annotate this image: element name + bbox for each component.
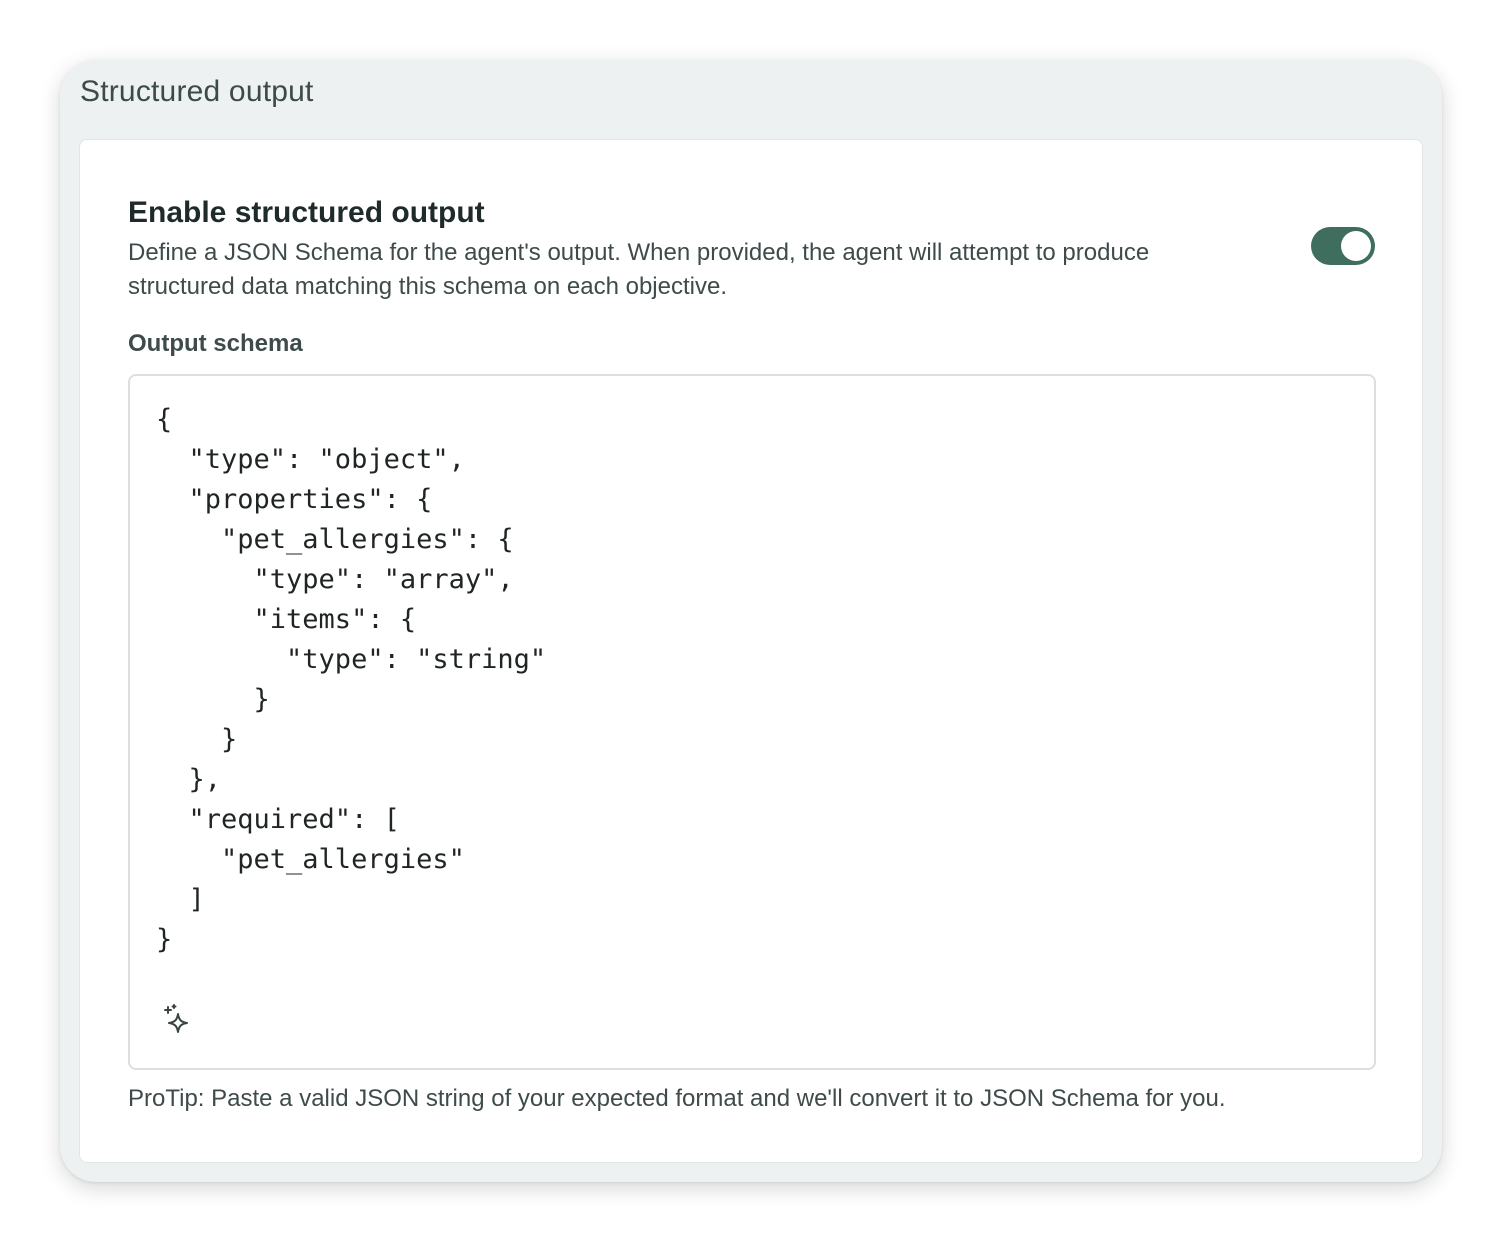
enable-structured-output-toggle[interactable] xyxy=(1311,227,1375,265)
panel-title: Structured output xyxy=(80,75,314,108)
sparkle-icon[interactable] xyxy=(162,1004,196,1038)
setting-description: Define a JSON Schema for the agent's out… xyxy=(128,239,1150,300)
settings-card: Enable structured output Define a JSON S… xyxy=(79,139,1423,1163)
schema-code[interactable]: { "type": "object", "properties": { "pet… xyxy=(156,400,546,960)
setting-title: Enable structured output xyxy=(128,196,485,229)
structured-output-panel: Structured output Enable structured outp… xyxy=(60,60,1442,1182)
output-schema-label: Output schema xyxy=(128,330,303,357)
toggle-knob xyxy=(1341,231,1371,261)
output-schema-editor[interactable]: { "type": "object", "properties": { "pet… xyxy=(128,374,1376,1070)
protip-text: ProTip: Paste a valid JSON string of you… xyxy=(128,1085,1226,1112)
